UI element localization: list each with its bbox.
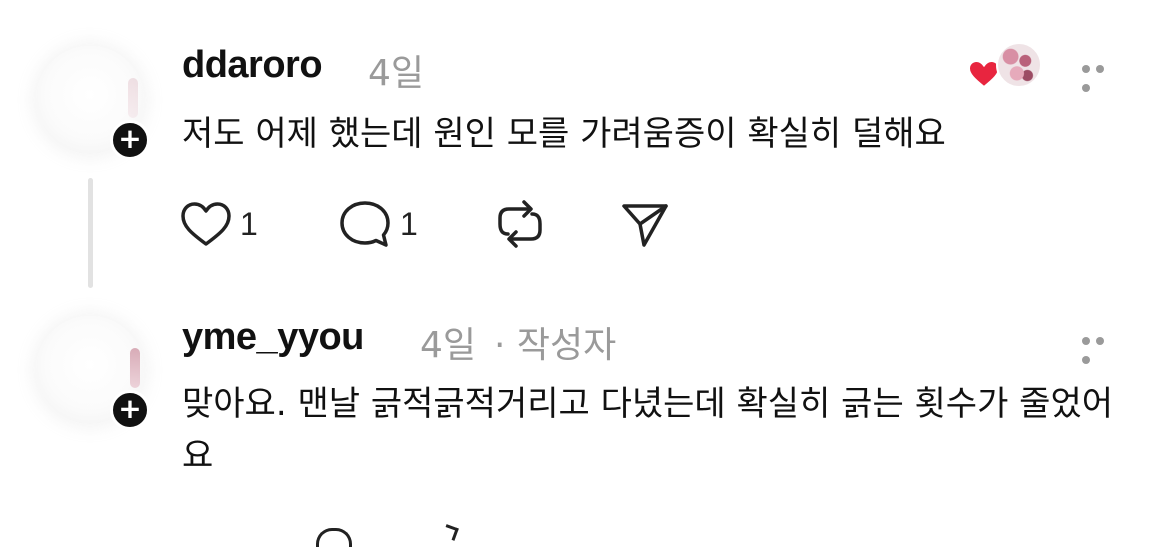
like-count: 1 [240,205,258,242]
share-button[interactable] [620,196,670,252]
comment-yme_yyou: + yme_yyou 4일 · 작성자 맞아요. 맨날 긁적긁적거리고 다녔는데… [0,300,1170,547]
username[interactable]: ddaroro [182,44,323,87]
liker-avatar[interactable] [996,42,1042,88]
comment-text: 맞아요. 맨날 긁적긁적거리고 다녔는데 확실히 긁는 횟수가 줄었어요 [182,384,1114,476]
avatar-photo-edge [130,348,140,388]
comment-ddaroro: + ddaroro 4일 저도 어제 했는데 원인 모를 가려움증이 확실히 덜… [0,0,1170,300]
more-icon[interactable] [1082,330,1122,364]
username[interactable]: yme_yyou [182,316,364,359]
author-tag: · 작성자 [494,325,617,366]
follow-plus-icon[interactable]: + [110,390,150,430]
timestamp: 4일 [420,325,477,366]
like-button[interactable]: 1 [180,196,258,252]
speech-bubble-icon [340,201,390,247]
reply-button[interactable]: 1 [338,196,418,252]
reply-icon[interactable] [442,524,459,541]
reply-count: 1 [400,205,418,242]
paper-plane-icon [622,204,668,247]
timestamp: 4일 [368,53,425,94]
heart-outline-icon[interactable] [316,528,352,547]
avatar-photo-edge [128,78,138,118]
follow-plus-icon[interactable]: + [110,120,150,160]
heart-outline-icon [181,202,231,246]
repost-button[interactable] [494,196,546,252]
repost-icon [498,200,542,248]
thread-line [88,178,93,288]
comment-text: 저도 어제 했는데 원인 모를 가려움증이 확실히 덜해요 [182,114,946,154]
more-icon[interactable] [1082,58,1122,92]
